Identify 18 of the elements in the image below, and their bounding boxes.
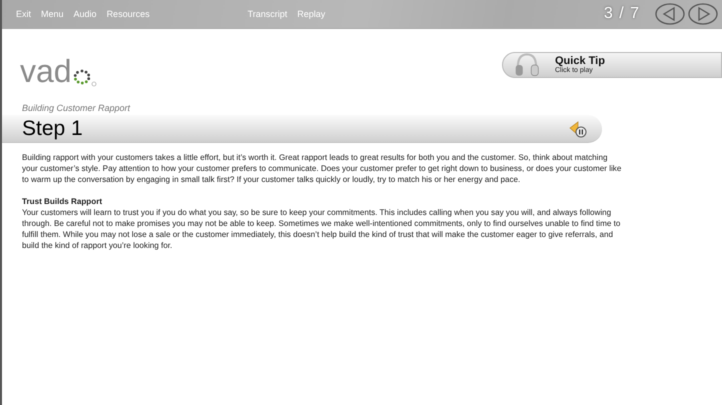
next-button[interactable] (688, 3, 718, 25)
body-paragraph: Building rapport with your customers takes a little effort, but it’s worth it. Great rapport leads to great results for both you and the customer. So, think about matching your customer’s style. Pay attention to how your customer prefers to communicate. Does your customer prefer to get right down to business, or does your customer like to warm up the conversation by engaging in small talk first? If your customer talks quickly or loudly, try to match his or her energy and pace. (22, 152, 622, 186)
toolbar-menu-item[interactable]: Audio (68, 9, 102, 19)
body-paragraph: Your customers will learn to trust you if you do what you say, so be sure to keep your commitments. This includes calling when you say you will, and always following through. Be careful not to make promises you may not be able to keep. Sometimes we make well-intentioned commitments, only to find ourselves unable to find time to fulfill them. While you may not lose a sale or the customer immediately, this doesn’t help build the kind of trust that will make the customer eager to give referrals, and build the kind of rapport you’re looking for. (22, 206, 622, 252)
toolbar-menu-item[interactable]: Resources (102, 9, 155, 19)
page-counter: 3 / 7 (604, 5, 640, 23)
quick-tip-title: Quick Tip (555, 56, 605, 67)
lesson-subtitle: Building Customer Rapport (21, 102, 132, 113)
headphones-icon (513, 53, 541, 77)
toolbar-menu-item[interactable]: Transcript (242, 9, 292, 19)
previous-button[interactable] (655, 3, 685, 25)
audio-pause-icon[interactable] (568, 120, 588, 138)
toolbar-menu-item[interactable]: Menu (36, 9, 69, 19)
logo-text: vad (20, 55, 72, 87)
toolbar-menu-item[interactable]: Replay (292, 9, 330, 19)
section-heading: Trust Builds Rapport (22, 196, 104, 207)
toolbar-menu-item[interactable]: Exit (11, 9, 36, 19)
step-title: Step 1 (22, 116, 83, 140)
